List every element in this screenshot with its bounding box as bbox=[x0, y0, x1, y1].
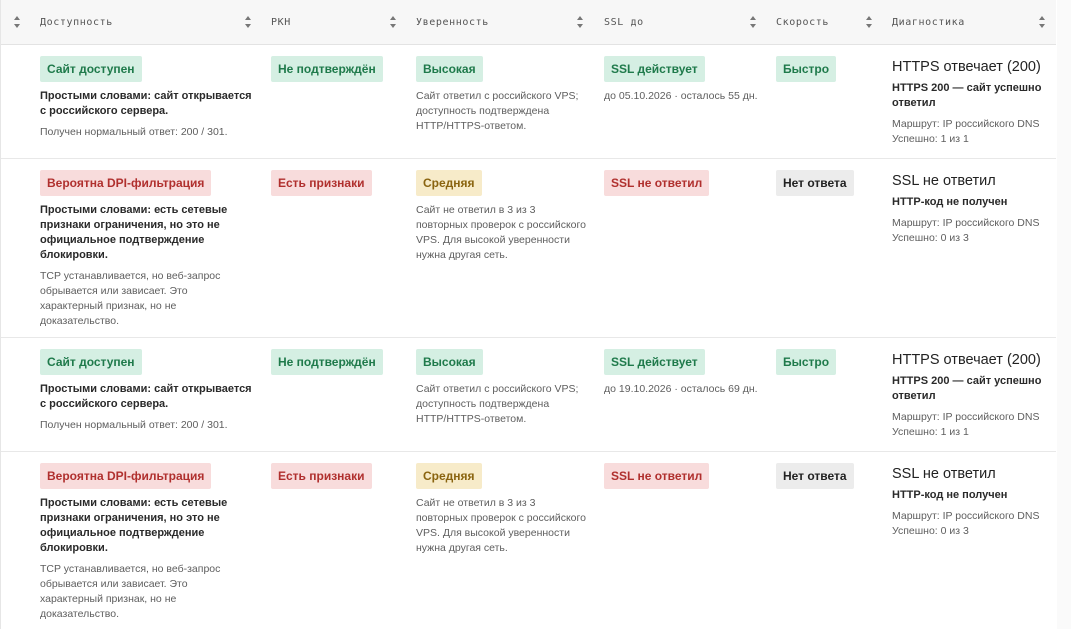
diagnostics-summary: HTTPS 200 — сайт успешно ответил bbox=[892, 375, 1042, 402]
rkn-badge: Есть признаки bbox=[271, 170, 372, 196]
ssl-cell: SSL действует до 19.10.2026 · осталось 6… bbox=[604, 349, 769, 397]
results-table: Доступность РКН Уверенность SSL до Скоро… bbox=[0, 0, 1056, 629]
sort-icon[interactable] bbox=[749, 15, 757, 29]
availability-detail: Получен нормальный ответ: 200 / 301. bbox=[40, 126, 228, 138]
rkn-badge: Есть признаки bbox=[271, 463, 372, 489]
rkn-badge: Не подтверждён bbox=[271, 56, 383, 82]
diagnostics-success: Успешно: 1 из 1 bbox=[892, 133, 969, 145]
sort-icon[interactable] bbox=[13, 15, 21, 29]
column-header-ssl[interactable]: SSL до bbox=[604, 0, 644, 44]
availability-detail: TCP устанавливается, но веб-запрос обрыв… bbox=[40, 563, 221, 620]
rkn-cell: Не подтверждён bbox=[271, 56, 383, 82]
rkn-cell: Есть признаки bbox=[271, 463, 372, 489]
table-row[interactable]: Вероятна DPI-фильтрация Простыми словами… bbox=[1, 159, 1056, 338]
diagnostics-route: Маршрут: IP российского DNS bbox=[892, 411, 1040, 423]
confidence-cell: Высокая Сайт ответил с российского VPS; … bbox=[416, 349, 586, 427]
availability-cell: Сайт доступен Простыми словами: сайт отк… bbox=[40, 349, 255, 433]
diagnostics-cell: SSL не ответил HTTP-код не получен Маршр… bbox=[892, 172, 1052, 246]
table-row[interactable]: Вероятна DPI-фильтрация Простыми словами… bbox=[1, 452, 1056, 629]
diagnostics-success: Успешно: 0 из 3 bbox=[892, 525, 969, 537]
confidence-badge: Высокая bbox=[416, 56, 483, 82]
column-header-speed[interactable]: Скорость bbox=[776, 0, 829, 44]
diagnostics-cell: HTTPS отвечает (200) HTTPS 200 — сайт ус… bbox=[892, 351, 1052, 440]
ssl-badge: SSL действует bbox=[604, 349, 705, 375]
speed-badge: Нет ответа bbox=[776, 463, 854, 489]
speed-cell: Быстро bbox=[776, 56, 837, 82]
confidence-detail: Сайт не ответил в 3 из 3 повторных прове… bbox=[416, 204, 586, 261]
availability-detail: TCP устанавливается, но веб-запрос обрыв… bbox=[40, 270, 221, 327]
diagnostics-route: Маршрут: IP российского DNS bbox=[892, 118, 1040, 130]
diagnostics-cell: SSL не ответил HTTP-код не получен Маршр… bbox=[892, 465, 1052, 539]
diagnostics-route: Маршрут: IP российского DNS bbox=[892, 217, 1040, 229]
diagnostics-summary: HTTPS 200 — сайт успешно ответил bbox=[892, 82, 1042, 109]
diagnostics-title: SSL не ответил bbox=[892, 173, 996, 189]
speed-cell: Быстро bbox=[776, 349, 837, 375]
ssl-cell: SSL не ответил bbox=[604, 170, 769, 196]
ssl-badge: SSL не ответил bbox=[604, 463, 710, 489]
availability-summary: Простыми словами: сайт открывается с рос… bbox=[40, 90, 252, 117]
table-row[interactable]: Сайт доступен Простыми словами: сайт отк… bbox=[1, 338, 1056, 452]
availability-cell: Вероятна DPI-фильтрация Простыми словами… bbox=[40, 170, 255, 329]
speed-badge: Нет ответа bbox=[776, 170, 854, 196]
diagnostics-title: HTTPS отвечает (200) bbox=[892, 352, 1041, 368]
rkn-badge: Не подтверждён bbox=[271, 349, 383, 375]
speed-cell: Нет ответа bbox=[776, 170, 854, 196]
ssl-badge: SSL действует bbox=[604, 56, 705, 82]
diagnostics-summary: HTTP-код не получен bbox=[892, 489, 1008, 501]
diagnostics-success: Успешно: 1 из 1 bbox=[892, 426, 969, 438]
ssl-cell: SSL не ответил bbox=[604, 463, 769, 489]
confidence-badge: Высокая bbox=[416, 349, 483, 375]
diagnostics-route: Маршрут: IP российского DNS bbox=[892, 510, 1040, 522]
table-header: Доступность РКН Уверенность SSL до Скоро… bbox=[1, 0, 1056, 45]
confidence-badge: Средняя bbox=[416, 463, 482, 489]
sort-icon[interactable] bbox=[389, 15, 397, 29]
ssl-detail: до 19.10.2026 · осталось 69 дн. bbox=[604, 383, 758, 395]
ssl-detail: до 05.10.2026 · осталось 55 дн. bbox=[604, 90, 758, 102]
diagnostics-title: SSL не ответил bbox=[892, 466, 996, 482]
column-header-confidence[interactable]: Уверенность bbox=[416, 0, 489, 44]
column-header-availability[interactable]: Доступность bbox=[40, 0, 113, 44]
availability-badge: Вероятна DPI-фильтрация bbox=[40, 463, 212, 489]
confidence-detail: Сайт ответил с российского VPS; доступно… bbox=[416, 383, 579, 425]
speed-badge: Быстро bbox=[776, 56, 837, 82]
ssl-badge: SSL не ответил bbox=[604, 170, 710, 196]
availability-cell: Вероятна DPI-фильтрация Простыми словами… bbox=[40, 463, 255, 622]
availability-summary: Простыми словами: есть сетевые признаки … bbox=[40, 497, 228, 554]
availability-summary: Простыми словами: есть сетевые признаки … bbox=[40, 204, 228, 261]
scrollbar[interactable] bbox=[1057, 0, 1071, 629]
sort-icon[interactable] bbox=[576, 15, 584, 29]
rkn-cell: Есть признаки bbox=[271, 170, 372, 196]
confidence-detail: Сайт не ответил в 3 из 3 повторных прове… bbox=[416, 497, 586, 554]
confidence-detail: Сайт ответил с российского VPS; доступно… bbox=[416, 90, 579, 132]
availability-badge: Сайт доступен bbox=[40, 349, 142, 375]
confidence-cell: Средняя Сайт не ответил в 3 из 3 повторн… bbox=[416, 170, 586, 263]
table-row[interactable]: Сайт доступен Простыми словами: сайт отк… bbox=[1, 45, 1056, 159]
diagnostics-success: Успешно: 0 из 3 bbox=[892, 232, 969, 244]
confidence-cell: Высокая Сайт ответил с российского VPS; … bbox=[416, 56, 586, 134]
speed-cell: Нет ответа bbox=[776, 463, 854, 489]
availability-summary: Простыми словами: сайт открывается с рос… bbox=[40, 383, 252, 410]
availability-cell: Сайт доступен Простыми словами: сайт отк… bbox=[40, 56, 255, 140]
rkn-cell: Не подтверждён bbox=[271, 349, 383, 375]
sort-icon[interactable] bbox=[865, 15, 873, 29]
confidence-cell: Средняя Сайт не ответил в 3 из 3 повторн… bbox=[416, 463, 586, 556]
availability-badge: Сайт доступен bbox=[40, 56, 142, 82]
diagnostics-cell: HTTPS отвечает (200) HTTPS 200 — сайт ус… bbox=[892, 58, 1052, 147]
sort-icon[interactable] bbox=[244, 15, 252, 29]
diagnostics-title: HTTPS отвечает (200) bbox=[892, 59, 1041, 75]
speed-badge: Быстро bbox=[776, 349, 837, 375]
availability-badge: Вероятна DPI-фильтрация bbox=[40, 170, 212, 196]
availability-detail: Получен нормальный ответ: 200 / 301. bbox=[40, 419, 228, 431]
ssl-cell: SSL действует до 05.10.2026 · осталось 5… bbox=[604, 56, 769, 104]
sort-icon[interactable] bbox=[1038, 15, 1046, 29]
column-header-diagnostics[interactable]: Диагностика bbox=[892, 0, 965, 44]
confidence-badge: Средняя bbox=[416, 170, 482, 196]
diagnostics-summary: HTTP-код не получен bbox=[892, 196, 1008, 208]
column-header-rkn[interactable]: РКН bbox=[271, 0, 291, 44]
